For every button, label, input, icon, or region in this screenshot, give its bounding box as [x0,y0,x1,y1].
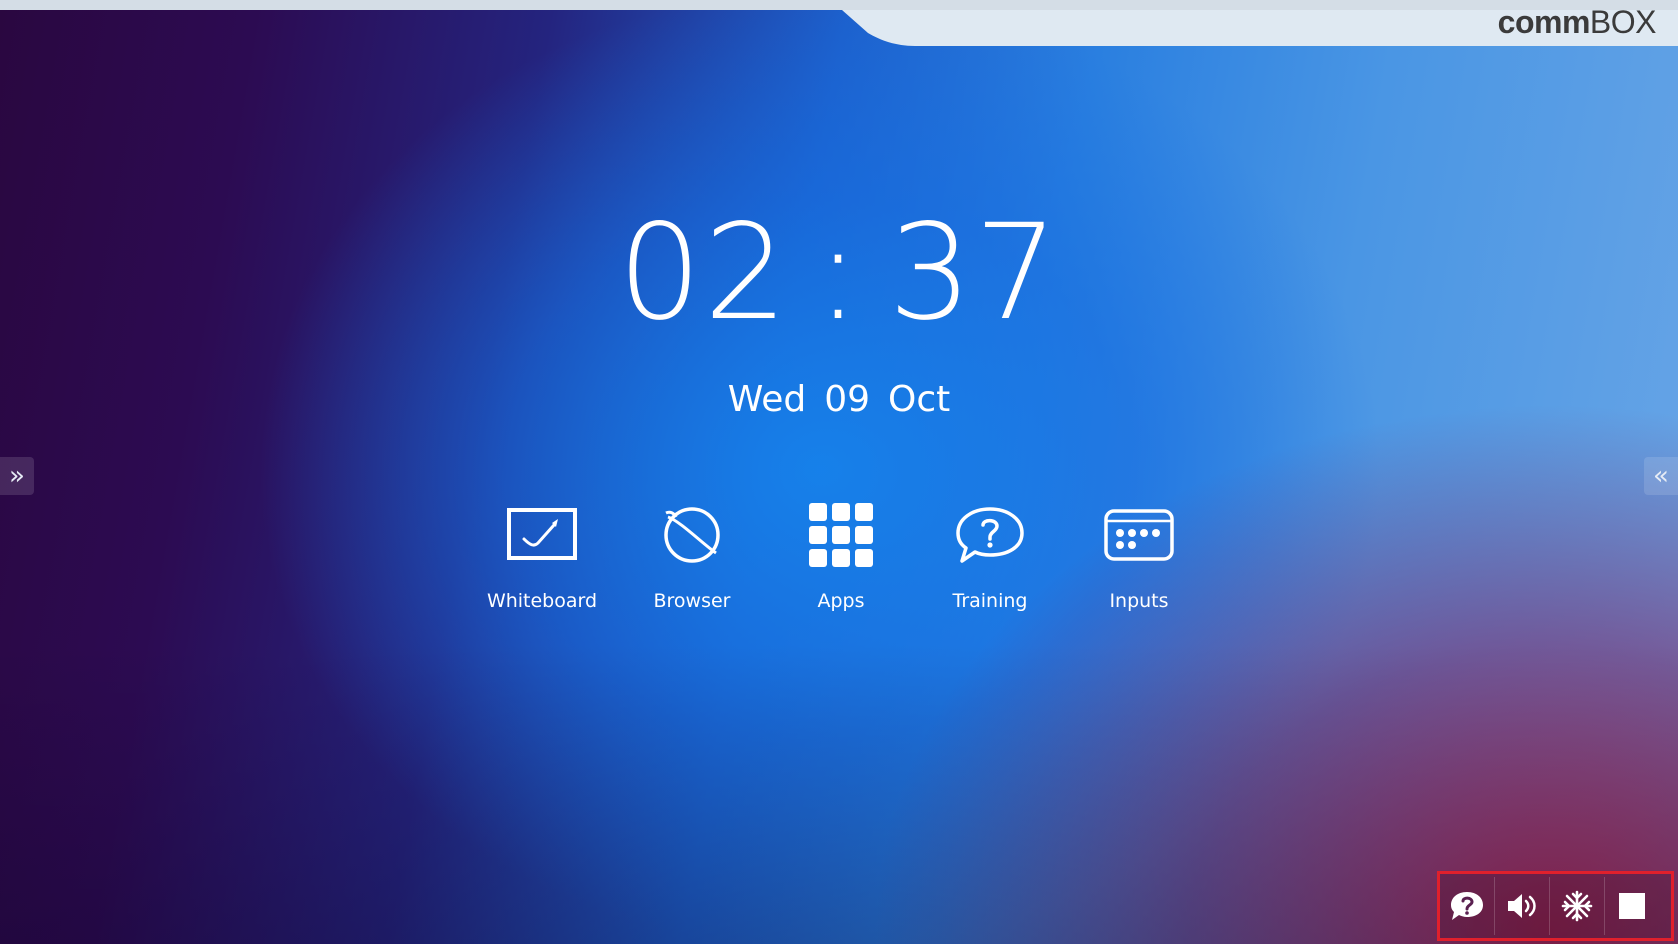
tray-freeze-button[interactable] [1550,877,1605,935]
right-sidebar-toggle[interactable]: « [1644,457,1678,495]
date-weekday: Wed [727,379,807,420]
brand-bar: commBOX [0,0,1678,50]
volume-icon [1508,894,1536,918]
launcher-training[interactable]: Training [925,500,1055,612]
tray-volume-button[interactable] [1495,877,1550,935]
clock: 02:37 [0,198,1678,348]
background-shade [0,644,1678,944]
launcher-whiteboard[interactable]: Whiteboard [477,500,607,612]
inputs-icon [1099,500,1179,570]
help-icon [1451,892,1483,920]
browser-icon [652,500,732,570]
logo-light-text: BOX [1589,4,1657,40]
clock-separator: : [815,196,863,350]
date-day: 09 [824,379,871,420]
left-sidebar-toggle[interactable]: » [0,457,34,495]
launcher-label: Training [952,590,1028,612]
clock-minutes: 37 [888,196,1061,350]
date-month: Oct [888,379,951,420]
launcher-label: Inputs [1109,590,1169,612]
launcher-apps[interactable]: Apps [776,500,906,612]
whiteboard-icon [502,500,582,570]
date: Wed 09 Oct [0,376,1678,424]
tray-screen-button[interactable] [1605,877,1659,935]
system-tray [1437,871,1674,941]
clock-hours: 02 [617,196,790,350]
launcher-inputs[interactable]: Inputs [1074,500,1204,612]
freeze-icon [1561,890,1593,922]
screen-icon [1619,893,1645,919]
training-icon [950,500,1030,570]
tray-help-button[interactable] [1440,877,1495,935]
commbox-logo: commBOX [1497,4,1657,41]
apps-grid-icon [801,500,881,570]
double-chevron-right-icon: » [9,461,25,491]
brand-bar-shape [0,0,1678,46]
launcher-label: Browser [653,590,731,612]
launcher-label: Whiteboard [486,590,598,612]
launcher-label: Apps [817,590,865,612]
launcher-browser[interactable]: Browser [627,500,757,612]
double-chevron-left-icon: « [1653,461,1669,491]
logo-bold-text: comm [1497,4,1591,40]
